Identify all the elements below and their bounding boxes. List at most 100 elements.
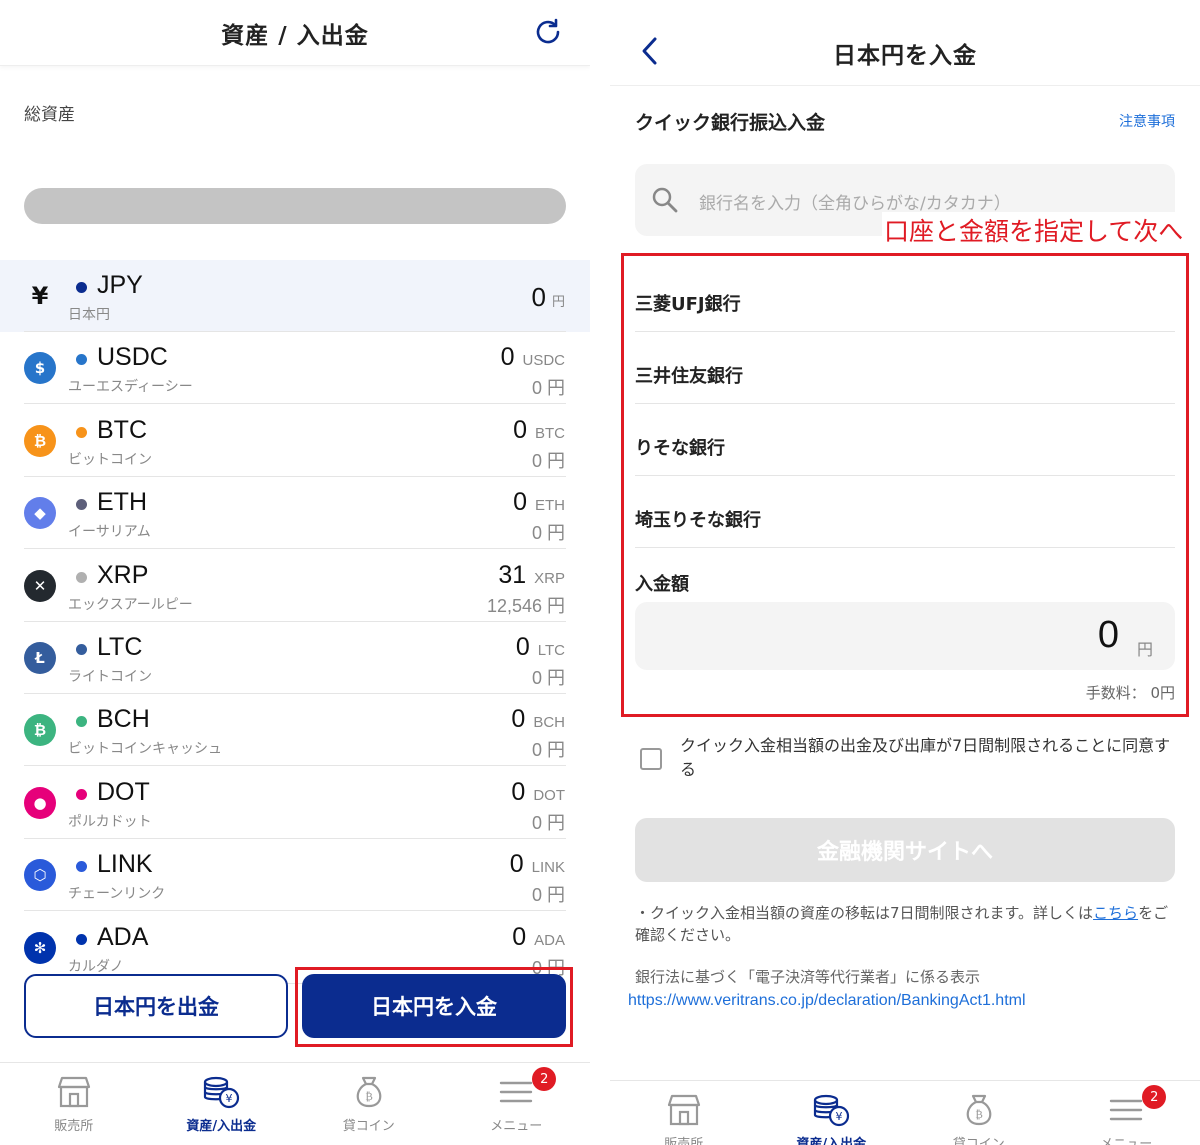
fee-text: 手数料： 0円 [1085,684,1175,702]
asset-amount: 31 XRP [498,560,565,589]
amount-unit: 円 [1136,640,1153,659]
status-dot [76,933,87,945]
asset-row-btc[interactable]: ₿ BTC ビットコイン 0 BTC 0 円 [0,405,590,477]
asset-symbol: BTC [97,415,147,444]
page-title: 日本円を入金 [833,43,977,69]
store-icon [4,1075,144,1109]
asset-jpy-value: 0 円 [531,523,565,544]
asset-symbol: BCH [97,705,150,734]
asset-row-link[interactable]: ⬡ LINK チェーンリンク 0 LINK 0 円 [0,839,590,912]
tab-store[interactable]: 販売所 [614,1093,754,1145]
agree-checkbox[interactable] [640,748,662,770]
bank-option[interactable]: りそな銀行 [635,404,1175,476]
deposit-screen: 日本円を入金 クイック銀行振込入金 注意事項 銀行名を入力（全角ひらがな/カタカ… [610,0,1200,1145]
search-icon [652,187,678,213]
asset-amount: 0 ADA [512,922,565,951]
tab-store[interactable]: 販売所 [4,1075,144,1134]
asset-row-eth[interactable]: ◆ ETH イーサリアム 0 ETH 0 円 [0,477,590,550]
eth-icon: ◆ [24,497,56,530]
asset-name: イーサリアム [68,524,151,541]
assets-header: 資産 / 入出金 [0,0,590,66]
tab-money-bag[interactable]: ₿ 貸コイン [299,1075,439,1134]
asset-row-xrp[interactable]: ✕ XRP エックスアールピー 31 XRP 12,546 円 [0,550,590,622]
bottom-tab-bar: 販売所 ¥ 資産/入出金 ₿ 貸コイン メニュー 2 [610,1080,1200,1145]
status-dot [76,716,87,728]
total-assets-label: 総資産 [24,105,75,125]
asset-name: チェーンリンク [68,886,166,903]
asset-symbol: ETH [97,488,147,517]
asset-row-jpy[interactable]: ¥ JPY 日本円 0 円 [0,260,590,332]
details-link[interactable]: こちら [1093,904,1138,922]
bank-option[interactable]: 三井住友銀行 [635,332,1175,404]
coins-icon: ¥ [761,1093,901,1127]
tab-label: 販売所 [664,1137,704,1145]
asset-amount: 0 LTC [515,633,565,661]
btc-icon: ₿ [24,424,56,457]
money-bag-icon: ₿ [299,1075,439,1109]
store-icon [614,1093,754,1127]
highlight-box [295,967,573,1047]
asset-row-dot[interactable]: ● DOT ポルカドット 0 DOT 0 円 [0,767,590,839]
usdc-icon: $ [24,352,56,385]
asset-name: ビットコインキャッシュ [68,741,222,758]
xrp-icon: ✕ [24,569,56,602]
asset-row-bch[interactable]: ₿ BCH ビットコインキャッシュ 0 BCH 0 円 [0,694,590,767]
refresh-icon[interactable] [532,16,564,48]
tab-label: 貸コイン [952,1137,1005,1145]
svg-text:¥: ¥ [836,1110,843,1123]
asset-amount: 0 USDC [500,343,565,372]
asset-amount: 0 BTC [513,415,565,444]
notes-link[interactable]: 注意事項 [1119,111,1175,131]
withdraw-jpy-button[interactable]: 日本円を出金 [24,974,288,1038]
tab-coins[interactable]: ¥ 資産/入出金 [151,1075,291,1134]
status-dot [76,861,87,873]
amount-input[interactable]: 0 円 [635,602,1175,670]
asset-name: ユーエスディーシー [68,379,193,396]
svg-text:¥: ¥ [226,1092,233,1105]
tab-label: 貸コイン [342,1119,395,1134]
ltc-icon: Ł [24,642,56,674]
asset-row-usdc[interactable]: $ USDC ユーエスディーシー 0 USDC 0 円 [0,332,590,405]
tab-money-bag[interactable]: ₿ 貸コイン [909,1093,1049,1145]
asset-symbol: LTC [97,633,143,661]
section-title: クイック銀行振込入金 [635,112,826,134]
asset-amount: 0 BCH [511,705,565,734]
asset-name: エックスアールピー [68,596,193,613]
asset-amount: 0 DOT [511,777,565,806]
asset-amount: 0円 [531,282,565,312]
asset-name: ライトコイン [68,669,152,685]
tab-menu[interactable]: メニュー 2 [1056,1085,1196,1145]
bch-icon: ₿ [24,714,56,747]
svg-text:₿: ₿ [975,1108,983,1121]
asset-symbol: JPY [97,271,143,299]
asset-amount: 0 LINK [509,850,565,879]
agree-label[interactable]: クイック入金相当額の出金及び出庫が7日間制限されることに同意する [680,734,1180,782]
asset-jpy-value: 12,546 円 [486,595,565,616]
legal-notice: 銀行法に基づく「電子決済等代行業者」に係る表示 [635,968,981,986]
asset-name: ビットコイン [68,451,152,468]
status-dot [76,426,87,438]
money-bag-icon: ₿ [909,1093,1049,1127]
asset-jpy-value: 0 円 [531,885,565,906]
financial-institution-button[interactable]: 金融機関サイトへ [635,818,1175,882]
tab-menu[interactable]: メニュー 2 [446,1067,586,1134]
amount-value: 0 [1097,614,1119,656]
asset-row-ltc[interactable]: Ł LTC ライトコイン 0 LTC 0 円 [0,622,590,694]
asset-jpy-value: 0 円 [531,668,565,688]
bank-option[interactable]: 埼玉りそな銀行 [635,476,1175,548]
tab-coins[interactable]: ¥ 資産/入出金 [761,1093,901,1145]
asset-amount: 0 ETH [513,488,565,517]
yen-icon: ¥ [31,282,49,310]
asset-symbol: DOT [97,777,150,806]
panel-divider [590,0,610,1145]
bank-option[interactable]: 三菱UFJ銀行 [635,260,1175,332]
status-dot [76,644,87,655]
legal-url-link[interactable]: https://www.veritrans.co.jp/declaration/… [628,992,1026,1010]
status-dot [76,499,87,511]
status-dot [76,354,87,366]
annotation-text: 口座と金額を指定して次へ [882,212,1186,248]
menu-icon [1056,1093,1196,1127]
ada-icon: ✻ [24,931,56,964]
asset-symbol: XRP [97,560,149,589]
link-icon: ⬡ [24,859,56,892]
